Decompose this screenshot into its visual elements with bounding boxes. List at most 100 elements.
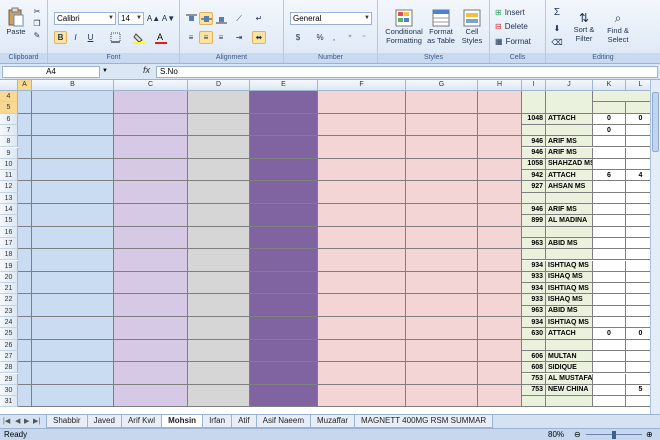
cell-city[interactable]	[406, 204, 478, 227]
cell-dr[interactable]	[114, 339, 188, 363]
cell-chemist-code[interactable]: 946	[522, 147, 546, 159]
cell-chemist-code[interactable]: 753	[522, 373, 546, 385]
cell-area[interactable]	[318, 158, 406, 182]
cell-city[interactable]	[406, 271, 478, 295]
row-header[interactable]: 23	[0, 305, 18, 317]
cell-chemist-code[interactable]: 1048	[522, 113, 546, 125]
cell-area[interactable]	[318, 362, 406, 385]
zoom-in-icon[interactable]: ⊕	[646, 429, 653, 440]
cell-chemist-l[interactable]	[626, 147, 650, 159]
cell-chemist-code[interactable]: 933	[522, 294, 546, 306]
cell-chemist-k[interactable]	[593, 271, 626, 284]
prev-sheet-icon[interactable]: ◀	[15, 417, 20, 425]
cell-area[interactable]	[318, 204, 406, 227]
cell-chemist-l[interactable]: 5	[626, 384, 650, 397]
column-header-e[interactable]: E	[250, 80, 318, 91]
cell-chemist-k[interactable]	[593, 136, 626, 148]
cell-dr[interactable]	[114, 294, 188, 317]
cell-patients[interactable]	[478, 384, 522, 408]
select-all-corner[interactable]	[0, 80, 18, 91]
cell-sno[interactable]	[18, 362, 32, 385]
cell-chemist-k[interactable]: 6	[593, 170, 626, 182]
cell-chemist-code[interactable]: 934	[522, 260, 546, 272]
row-header[interactable]: 6	[0, 113, 18, 125]
formula-input[interactable]: S.No	[156, 66, 658, 78]
cell-qual[interactable]	[250, 362, 318, 385]
cell-chemist-k[interactable]	[593, 317, 626, 329]
row-header[interactable]: 30	[0, 384, 18, 397]
row-header[interactable]: 16	[0, 226, 18, 238]
row-header[interactable]: 29	[0, 373, 18, 385]
cell-sno[interactable]	[18, 136, 32, 159]
cell-qual[interactable]	[250, 384, 318, 408]
column-header-f[interactable]: F	[318, 80, 406, 91]
cell-tm[interactable]	[32, 204, 114, 227]
cell-chemist-l[interactable]	[626, 350, 650, 363]
wrap-text-button[interactable]: ↵	[252, 12, 266, 25]
cell-qual[interactable]	[250, 181, 318, 204]
row-header[interactable]: 10	[0, 158, 18, 171]
cut-button[interactable]: ✂	[30, 6, 44, 16]
cell-spec[interactable]	[188, 362, 250, 385]
cell-sno[interactable]	[18, 226, 32, 250]
cell-tm[interactable]	[32, 271, 114, 295]
align-bottom-button[interactable]	[214, 12, 228, 25]
font-size-combo[interactable]: 14 ▼	[118, 12, 144, 25]
fx-icon[interactable]: fx	[143, 65, 150, 75]
font-color-button[interactable]: A	[152, 31, 170, 44]
cell-chemist-code[interactable]: 630	[522, 328, 546, 340]
cell-chemist-code[interactable]: 608	[522, 362, 546, 374]
header-200mg[interactable]	[626, 102, 650, 114]
align-top-button[interactable]	[184, 12, 198, 25]
cell-chemist-name[interactable]: ARIF MS	[546, 147, 593, 159]
cell-city[interactable]	[406, 158, 478, 182]
cell-chemist-name[interactable]: NEW CHINA	[546, 384, 593, 397]
cell-chemist-l[interactable]	[626, 158, 650, 171]
cell-city[interactable]	[406, 136, 478, 159]
column-header-g[interactable]: G	[406, 80, 478, 91]
cell-chemist-code[interactable]	[522, 226, 546, 238]
cell-chemist-name[interactable]: ARIF MS	[546, 136, 593, 148]
header-area[interactable]	[318, 91, 406, 114]
sheet-tab[interactable]: Irfan	[202, 415, 233, 428]
row-header[interactable]: 19	[0, 260, 18, 272]
cell-qual[interactable]	[250, 158, 318, 182]
underline-button[interactable]: U	[84, 31, 97, 44]
header-qualification[interactable]	[250, 91, 318, 114]
cell-chemist-l[interactable]	[626, 271, 650, 284]
cell-chemist-name[interactable]	[546, 249, 593, 261]
cell-patients[interactable]	[478, 113, 522, 137]
cell-tm[interactable]	[32, 158, 114, 182]
cell-tm[interactable]	[32, 362, 114, 385]
column-header-b[interactable]: B	[32, 80, 114, 91]
cell-city[interactable]	[406, 339, 478, 363]
cell-qual[interactable]	[250, 271, 318, 295]
cell-chemist-k[interactable]: 0	[593, 113, 626, 125]
cell-spec[interactable]	[188, 384, 250, 408]
cell-chemist-name[interactable]: ISHTIAQ MS	[546, 283, 593, 295]
align-middle-button[interactable]	[199, 12, 213, 25]
cell-city[interactable]	[406, 362, 478, 385]
sort-filter-button[interactable]: ⇅ Sort & Filter	[568, 4, 600, 50]
indent-button[interactable]: ⇥	[232, 31, 246, 44]
cell-qual[interactable]	[250, 113, 318, 137]
cell-tm[interactable]	[32, 249, 114, 272]
sheet-tab[interactable]: Javed	[86, 415, 122, 428]
cell-tm[interactable]	[32, 181, 114, 204]
vertical-scrollbar[interactable]	[650, 80, 660, 414]
column-header-h[interactable]: H	[478, 80, 522, 91]
cell-area[interactable]	[318, 226, 406, 250]
cell-dr[interactable]	[114, 136, 188, 159]
cell-chemist-l[interactable]	[626, 226, 650, 238]
next-sheet-icon[interactable]: ▶	[24, 417, 29, 425]
autosum-button[interactable]: Σ	[550, 6, 564, 18]
row-header[interactable]: 28	[0, 362, 18, 374]
cell-chemist-code[interactable]	[522, 339, 546, 351]
cell-chemist-code[interactable]: 606	[522, 350, 546, 363]
copy-button[interactable]: ❐	[30, 18, 44, 28]
cell-dr[interactable]	[114, 271, 188, 295]
spreadsheet-grid[interactable]: ABCDEFGHIJKLM456789101112131415161718192…	[0, 80, 650, 414]
cell-dr[interactable]	[114, 158, 188, 182]
cell-city[interactable]	[406, 384, 478, 408]
cell-spec[interactable]	[188, 249, 250, 272]
